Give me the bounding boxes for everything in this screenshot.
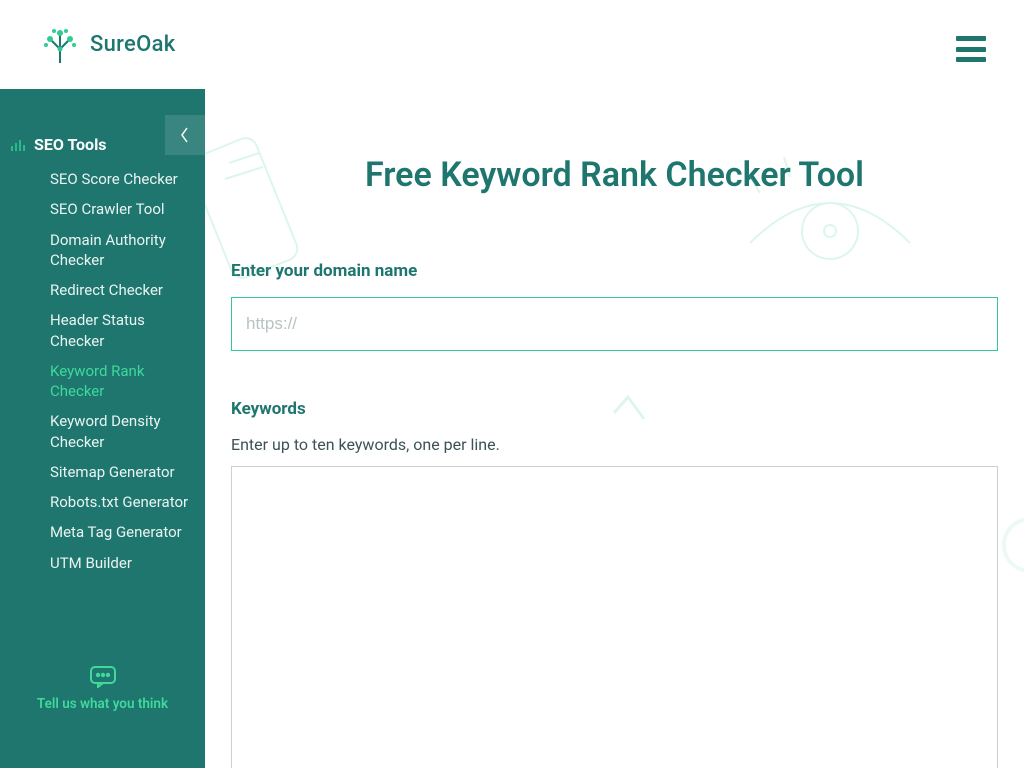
sidebar-item-keyword-density-checker[interactable]: Keyword Density Checker (50, 406, 205, 457)
page-title: Free Keyword Rank Checker Tool (231, 155, 998, 195)
sidebar-item-utm-builder[interactable]: UTM Builder (50, 548, 205, 578)
sidebar: SEO Tools SEO Score CheckerSEO Crawler T… (0, 89, 205, 768)
main-content: Free Keyword Rank Checker Tool Enter you… (205, 89, 1024, 768)
brand-logo[interactable]: SureOak (40, 25, 176, 65)
keywords-help-text: Enter up to ten keywords, one per line. (231, 435, 998, 454)
sidebar-item-robots-txt-generator[interactable]: Robots.txt Generator (50, 487, 205, 517)
sidebar-item-seo-crawler-tool[interactable]: SEO Crawler Tool (50, 194, 205, 224)
sidebar-nav-list: SEO Score CheckerSEO Crawler ToolDomain … (0, 164, 205, 578)
sidebar-item-header-status-checker[interactable]: Header Status Checker (50, 305, 205, 356)
sidebar-item-sitemap-generator[interactable]: Sitemap Generator (50, 457, 205, 487)
sidebar-collapse-button[interactable] (165, 115, 205, 155)
top-header: SureOak (0, 0, 1024, 89)
domain-label: Enter your domain name (231, 261, 998, 281)
brand-name: SureOak (90, 32, 176, 57)
bar-chart-icon (10, 137, 26, 153)
sidebar-item-meta-tag-generator[interactable]: Meta Tag Generator (50, 517, 205, 547)
sidebar-item-seo-score-checker[interactable]: SEO Score Checker (50, 164, 205, 194)
logo-mark-icon (40, 25, 80, 65)
menu-hamburger-icon[interactable] (956, 36, 986, 62)
domain-input[interactable] (231, 297, 998, 351)
feedback-label: Tell us what you think (37, 696, 168, 712)
chat-bubble-icon (90, 666, 116, 688)
domain-field-group: Enter your domain name (231, 261, 998, 351)
feedback-button[interactable]: Tell us what you think (0, 666, 205, 712)
decorative-circle-icon (1002, 517, 1024, 573)
sidebar-item-redirect-checker[interactable]: Redirect Checker (50, 275, 205, 305)
keywords-textarea[interactable] (231, 466, 998, 768)
keywords-label: Keywords (231, 399, 998, 419)
keywords-field-group: Keywords Enter up to ten keywords, one p… (231, 399, 998, 768)
sidebar-item-keyword-rank-checker[interactable]: Keyword Rank Checker (50, 356, 205, 407)
sidebar-item-domain-authority-checker[interactable]: Domain Authority Checker (50, 225, 205, 276)
